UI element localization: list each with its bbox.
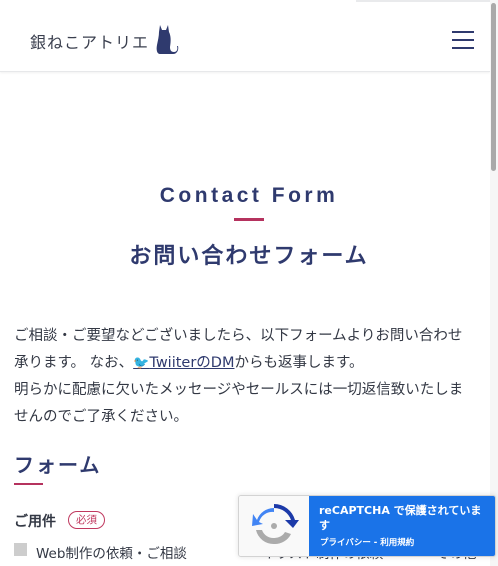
site-header: 銀ねこアトリエ <box>0 0 490 72</box>
intro-paragraph: ご相談・ご要望などございましたら、以下フォームよりお問い合わせ 承ります。 なお… <box>14 323 484 431</box>
page-scrollbar[interactable] <box>490 0 498 566</box>
recaptcha-terms-link[interactable]: 利用規約 <box>380 538 414 548</box>
intro-line-1: ご相談・ご要望などございましたら、以下フォームよりお問い合わせ <box>14 328 463 344</box>
intro-line-2-start: 承ります。 なお、 <box>14 355 134 371</box>
hamburger-menu-icon[interactable] <box>452 29 476 51</box>
required-badge: 必須 <box>68 511 105 529</box>
recaptcha-links: プライバシー - 利用規約 <box>320 536 414 548</box>
inquiry-type-label: ご用件 <box>14 514 56 530</box>
heading-divider <box>234 218 264 221</box>
form-title: フォーム <box>14 453 102 477</box>
form-title-divider <box>14 483 43 485</box>
cat-silhouette-icon <box>153 23 179 59</box>
checkbox-web-production[interactable] <box>14 543 27 556</box>
recaptcha-info-panel: reCAPTCHA で保護されています プライバシー - 利用規約 <box>309 496 495 556</box>
heading-english: Contact Form <box>159 184 339 207</box>
intro-line-3: 明らかに配慮に欠いたメッセージやセールスには一切返信致いたしま <box>14 382 464 398</box>
site-logo[interactable]: 銀ねこアトリエ <box>30 24 179 58</box>
recaptcha-privacy-link[interactable]: プライバシー <box>320 538 371 548</box>
recaptcha-badge[interactable]: reCAPTCHA で保護されています プライバシー - 利用規約 <box>238 495 496 557</box>
recaptcha-link-separator: - <box>370 538 381 548</box>
top-strip <box>356 0 490 2</box>
option-label-web-production[interactable]: Web制作の依頼・ご相談 <box>36 542 187 562</box>
twitter-icon: 🐦 <box>133 356 150 371</box>
recaptcha-title: reCAPTCHA で保護されています <box>319 504 482 532</box>
recaptcha-logo-icon <box>252 504 299 545</box>
intro-line-4: せんのでご了承ください。 <box>14 409 188 425</box>
dm-link-text: TwiiterのDM <box>149 355 235 371</box>
logo-text: 銀ねこアトリエ <box>30 33 150 52</box>
twitter-dm-link[interactable]: 🐦TwiiterのDM <box>133 355 234 371</box>
recaptcha-logo-area <box>239 496 309 556</box>
scrollbar-thumb[interactable] <box>491 3 496 171</box>
heading-japanese: お問い合わせフォーム <box>129 244 369 269</box>
intro-line-2-end: からも返事します。 <box>234 355 364 371</box>
